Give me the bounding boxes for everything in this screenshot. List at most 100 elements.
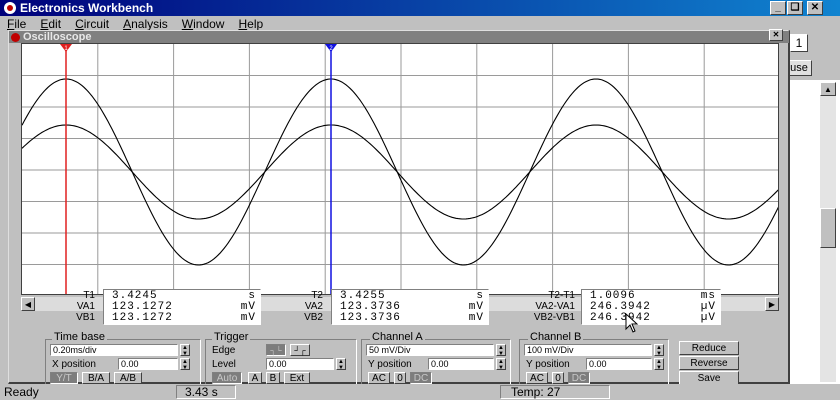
- channel-a-scale-spinner[interactable]: ▲ ▼: [496, 344, 506, 357]
- channel-a-zero-button[interactable]: 0: [394, 372, 406, 384]
- menu-file-rest: ile: [14, 17, 27, 31]
- channel-a-group: Channel A 50 mV/Div ▲ ▼ Y position 0.00 ▲…: [361, 331, 511, 387]
- channel-b-scale-field[interactable]: 100 mV/Div: [524, 344, 652, 356]
- mode-ba-button[interactable]: B/A: [82, 372, 110, 384]
- va1-label: VA1: [76, 301, 95, 312]
- channel-a-ypos-label: Y position: [368, 359, 412, 370]
- scroll-up-button[interactable]: ▲: [820, 82, 836, 96]
- menu-circuit[interactable]: Circuit: [68, 17, 116, 31]
- status-time: 3.43 s: [176, 385, 236, 399]
- app-title: Electronics Workbench: [20, 1, 154, 15]
- oscilloscope-title-bar: Oscilloscope ✕: [9, 29, 789, 43]
- xposition-field[interactable]: 0.00: [118, 358, 178, 370]
- mouse-pointer-icon: [625, 313, 639, 333]
- menu-analysis-rest: nalysis: [131, 17, 168, 31]
- readout-labels-delta: T2-T1 VA2-VA1 VB2-VB1: [515, 290, 575, 323]
- edge-falling-button[interactable]: ┘┌: [290, 344, 310, 356]
- status-temp: Temp: 27: [500, 385, 610, 399]
- dva-label: VA2-VA1: [535, 301, 575, 312]
- trigger-group: Trigger Edge ┐└ ┘┌ Level 0.00 ▲ ▼ Auto A …: [205, 331, 357, 387]
- reduce-button[interactable]: Reduce: [679, 341, 739, 355]
- cursor-2-handle[interactable]: 2: [325, 44, 337, 52]
- xposition-label: X position: [52, 359, 96, 370]
- menu-help[interactable]: Help: [231, 17, 270, 31]
- menu-file[interactable]: File: [0, 17, 33, 31]
- close-button[interactable]: ✕: [807, 1, 823, 15]
- channel-b-scale-spinner[interactable]: ▲ ▼: [654, 344, 664, 357]
- minimize-button[interactable]: _: [770, 1, 786, 15]
- level-field[interactable]: 0.00: [266, 358, 334, 370]
- trigger-a-button[interactable]: A: [248, 372, 262, 384]
- trigger-ext-button[interactable]: Ext: [284, 372, 310, 384]
- oscilloscope-icon: [11, 32, 20, 42]
- menu-analysis[interactable]: Analysis: [116, 17, 175, 31]
- trigger-b-button[interactable]: B: [266, 372, 280, 384]
- restore-button[interactable]: ❏: [787, 1, 803, 15]
- vb1-label: VB1: [76, 312, 95, 323]
- scroll-right-button[interactable]: ▶: [765, 297, 779, 311]
- workbench-background: 1 use ▲: [786, 32, 840, 384]
- trigger-auto-button[interactable]: Auto: [212, 372, 242, 384]
- timebase-scale-field[interactable]: 0.20ms/div: [50, 344, 178, 356]
- waveform-display: 1 2: [22, 44, 778, 294]
- menu-edit-rest: dit: [48, 17, 62, 31]
- scroll-left-button[interactable]: ◀: [21, 297, 35, 311]
- scroll-thumb[interactable]: [820, 208, 836, 248]
- vb2-value: 123.3736: [340, 312, 401, 324]
- app-title-bar: Electronics Workbench _ ❏ ✕: [0, 0, 840, 16]
- readout-box-1: 3.4245 s 123.1272 mV 123.1272 mV: [103, 289, 261, 325]
- menu-help-rest: elp: [247, 17, 264, 31]
- t1-label: T1: [83, 290, 95, 301]
- timebase-scale-spinner[interactable]: ▲ ▼: [180, 344, 190, 357]
- dvb-row: 246.3942 µV: [582, 313, 720, 324]
- mode-ab-button[interactable]: A/B: [114, 372, 142, 384]
- channel-b-title: Channel B: [528, 331, 584, 343]
- mode-yt-button[interactable]: Y/T: [50, 372, 78, 384]
- readout-box-delta: 1.0096 ms 246.3942 µV 246.3942 µV: [581, 289, 721, 325]
- cursor-1-handle[interactable]: 1: [60, 44, 72, 52]
- app-icon: [4, 2, 16, 14]
- channel-a-title: Channel A: [370, 331, 425, 343]
- readout-labels-2: T2 VA2 VB2: [273, 290, 323, 323]
- vb1-row: 123.1272 mV: [104, 313, 260, 324]
- channel-a-ypos-field[interactable]: 0.00: [428, 358, 494, 370]
- zoom-box[interactable]: 1: [790, 34, 808, 52]
- readout-box-2: 3.4255 s 123.3736 mV 123.3736 mV: [331, 289, 489, 325]
- oscilloscope-close-button[interactable]: ✕: [769, 29, 783, 41]
- channel-a-ypos-spinner[interactable]: ▲ ▼: [496, 358, 506, 371]
- channel-a-dc-button[interactable]: DC: [410, 372, 432, 384]
- save-button[interactable]: Save: [679, 371, 739, 385]
- channel-b-ypos-field[interactable]: 0.00: [586, 358, 652, 370]
- menu-window[interactable]: Window: [175, 17, 232, 31]
- t2-label: T2: [311, 290, 323, 301]
- channel-b-zero-button[interactable]: 0: [552, 372, 564, 384]
- oscilloscope-screen[interactable]: 1 2: [21, 43, 779, 295]
- readout-labels-1: T1 VA1 VB1: [45, 290, 95, 323]
- status-bar: Ready 3.43 s Temp: 27: [0, 384, 840, 400]
- vertical-scrollbar[interactable]: ▲: [820, 82, 836, 382]
- channel-a-scale-field[interactable]: 50 mV/Div: [366, 344, 494, 356]
- trigger-title: Trigger: [212, 331, 251, 343]
- status-ready: Ready: [4, 385, 39, 399]
- vb2-unit: mV: [468, 312, 484, 324]
- xposition-spinner[interactable]: ▲ ▼: [180, 358, 190, 371]
- dvb-value: 246.3942: [590, 312, 651, 324]
- timebase-group: Time base 0.20ms/div ▲ ▼ X position 0.00 …: [45, 331, 201, 387]
- oscilloscope-window: Oscilloscope ✕ 1 2 ◀ ▶ T1 VA1 VB1 3.4245…: [8, 29, 790, 387]
- channel-b-dc-button[interactable]: DC: [568, 372, 590, 384]
- edge-label: Edge: [212, 345, 236, 356]
- menu-edit[interactable]: Edit: [33, 17, 68, 31]
- dvb-label: VB2-VB1: [533, 312, 575, 323]
- window-controls: _ ❏ ✕: [770, 1, 823, 15]
- channel-a-ac-button[interactable]: AC: [368, 372, 390, 384]
- channel-b-ac-button[interactable]: AC: [526, 372, 548, 384]
- channel-b-ypos-spinner[interactable]: ▲ ▼: [654, 358, 664, 371]
- dvb-unit: µV: [700, 312, 716, 324]
- vb2-label: VB2: [304, 312, 323, 323]
- edge-rising-button[interactable]: ┐└: [266, 344, 286, 356]
- menu-window-rest: indow: [193, 17, 225, 31]
- level-spinner[interactable]: ▲ ▼: [336, 358, 346, 371]
- vb2-row: 123.3736 mV: [332, 313, 488, 324]
- grid: [22, 44, 778, 294]
- reverse-button[interactable]: Reverse: [679, 356, 739, 370]
